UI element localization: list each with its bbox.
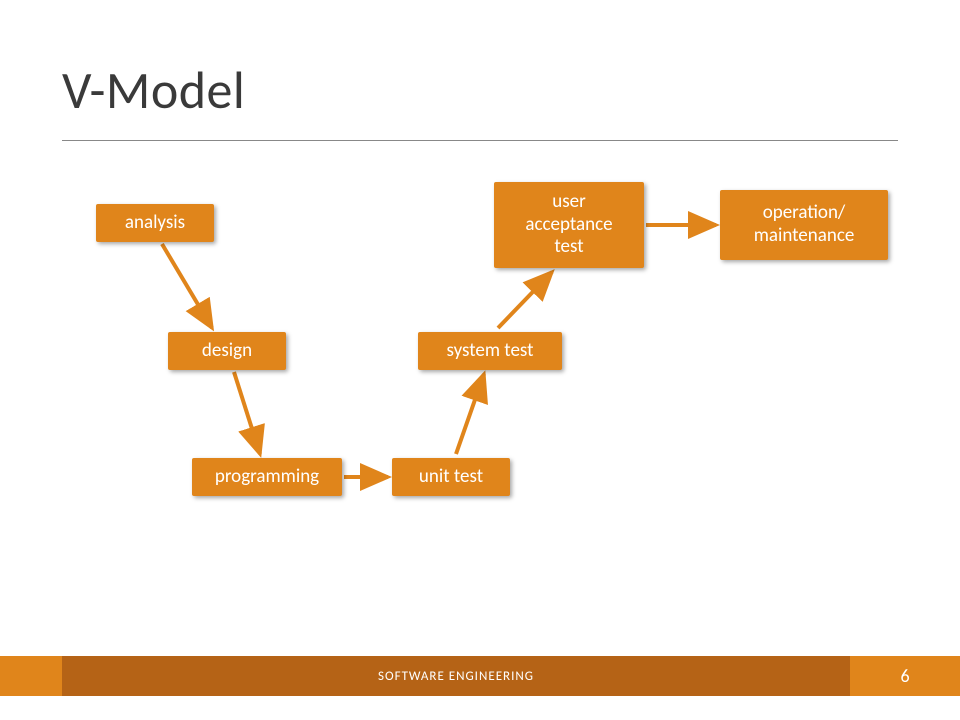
node-operation: operation/ maintenance — [720, 190, 888, 260]
footer-accent-left — [0, 656, 62, 696]
node-design: design — [168, 332, 286, 370]
title-divider — [62, 140, 898, 141]
slide-title: V-Model — [62, 58, 245, 122]
footer-label: SOFTWARE ENGINEERING — [62, 656, 850, 696]
arrow-analysis-to-design — [162, 244, 212, 328]
arrow-unit_test-to-system_test — [456, 374, 484, 454]
page-number: 6 — [850, 656, 960, 696]
footer: SOFTWARE ENGINEERING 6 — [0, 656, 960, 696]
node-programming: programming — [192, 458, 342, 496]
node-analysis: analysis — [96, 204, 214, 242]
node-uat: user acceptance test — [494, 182, 644, 268]
node-unit-test: unit test — [392, 458, 510, 496]
arrow-design-to-programming — [234, 372, 260, 454]
node-system-test: system test — [418, 332, 562, 370]
arrow-system_test-to-uat — [498, 272, 552, 328]
